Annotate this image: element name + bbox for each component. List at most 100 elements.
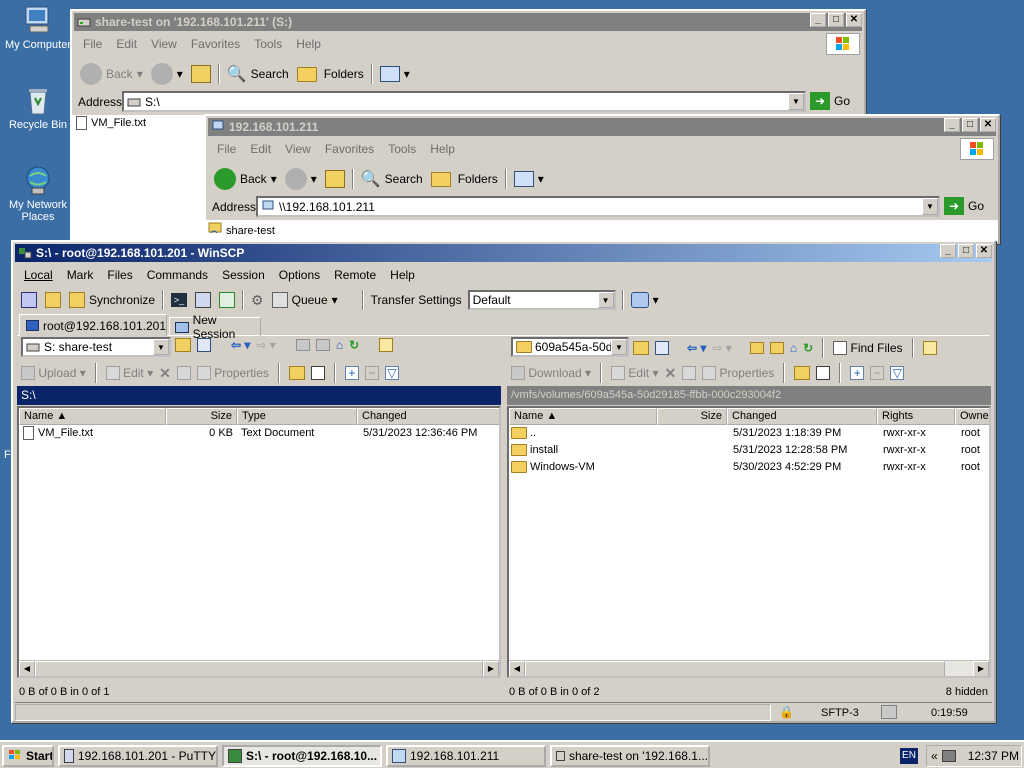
delete-icon[interactable]: ✕ bbox=[159, 365, 171, 382]
tree-toggle-icon[interactable] bbox=[379, 338, 394, 352]
properties-button[interactable]: Properties bbox=[702, 366, 774, 381]
filter-icon[interactable]: ▽ bbox=[384, 366, 399, 380]
col-header-owner[interactable]: Owne bbox=[955, 408, 989, 425]
forward-arrow-icon[interactable]: ⇨ ▾ bbox=[256, 338, 275, 352]
compare-dirs-button[interactable] bbox=[17, 290, 41, 310]
up-folder-button[interactable] bbox=[321, 168, 349, 190]
taskbar-item-putty[interactable]: 192.168.101.201 - PuTTY bbox=[58, 745, 218, 767]
clock[interactable]: 12:37 PM bbox=[968, 749, 1019, 763]
address-dropdown-icon[interactable]: ▼ bbox=[788, 93, 804, 110]
menu-help[interactable]: Help bbox=[423, 140, 462, 158]
home-icon[interactable]: ⌂ bbox=[790, 341, 797, 355]
maximize-button[interactable]: □ bbox=[828, 13, 844, 27]
menu-favorites[interactable]: Favorites bbox=[318, 140, 381, 158]
menu-files[interactable]: Files bbox=[100, 266, 139, 284]
back-arrow-icon[interactable]: ⇦ ▾ bbox=[687, 341, 706, 355]
forward-button[interactable]: ▾ bbox=[281, 166, 321, 192]
open-folder-icon[interactable] bbox=[633, 341, 649, 355]
home-icon[interactable]: ⌂ bbox=[336, 338, 343, 352]
chevron-down-icon[interactable]: ▼ bbox=[153, 339, 169, 355]
edit-button[interactable]: Edit ▾ bbox=[611, 366, 658, 381]
upload-button[interactable]: Upload ▾ bbox=[21, 366, 86, 381]
menu-options[interactable]: Options bbox=[272, 266, 327, 284]
address-bar[interactable]: \\192.168.101.211 ▼ bbox=[256, 196, 940, 217]
properties-button[interactable]: Properties bbox=[196, 366, 269, 381]
close-button[interactable]: ✕ bbox=[980, 118, 996, 132]
menu-view[interactable]: View bbox=[278, 140, 318, 158]
menu-favorites[interactable]: Favorites bbox=[184, 35, 247, 53]
views-button[interactable]: ▾ bbox=[376, 64, 414, 84]
tray-app-icon[interactable] bbox=[941, 750, 956, 762]
search-button[interactable]: 🔍 Search bbox=[357, 167, 427, 191]
find-files-button[interactable]: Find Files bbox=[833, 341, 903, 356]
address-bar[interactable]: S:\ ▼ bbox=[122, 91, 806, 112]
menu-remote[interactable]: Remote bbox=[327, 266, 383, 284]
up-folder-button[interactable] bbox=[187, 63, 215, 85]
col-header-rights[interactable]: Rights bbox=[877, 408, 955, 425]
filter-icon[interactable] bbox=[655, 341, 669, 355]
tab-session-root[interactable]: root@192.168.101.201 bbox=[19, 314, 167, 336]
menu-tools[interactable]: Tools bbox=[381, 140, 423, 158]
col-header-changed[interactable]: Changed bbox=[357, 408, 499, 425]
tree-toggle-icon[interactable] bbox=[922, 341, 937, 355]
download-button[interactable]: Download ▾ bbox=[511, 366, 591, 381]
start-button[interactable]: Start bbox=[2, 745, 54, 767]
minimize-button[interactable]: _ bbox=[810, 13, 826, 27]
remote-dir-select[interactable]: 609a545a-50d2 ▼ bbox=[511, 337, 629, 357]
menu-file[interactable]: File bbox=[76, 35, 109, 53]
menu-mark[interactable]: Mark bbox=[60, 266, 101, 284]
close-button[interactable]: ✕ bbox=[846, 13, 862, 27]
scroll-left-icon[interactable]: ◀ bbox=[509, 661, 525, 676]
rename-icon[interactable] bbox=[682, 366, 697, 380]
desktop-icon-network-places[interactable]: My Network Places bbox=[3, 164, 73, 223]
transfer-settings-select[interactable]: Default ▼ bbox=[467, 290, 616, 310]
synchronize-button[interactable]: Synchronize bbox=[65, 290, 159, 310]
rename-icon[interactable] bbox=[176, 366, 191, 380]
forward-button[interactable]: ▾ bbox=[147, 61, 187, 87]
putty-button[interactable] bbox=[191, 290, 215, 310]
select-plus-icon[interactable]: + bbox=[344, 366, 359, 380]
forward-arrow-icon[interactable]: ⇨ ▾ bbox=[712, 341, 731, 355]
filter-icon[interactable]: ▽ bbox=[890, 366, 905, 380]
chevron-down-icon[interactable]: ▼ bbox=[597, 292, 614, 308]
menu-help[interactable]: Help bbox=[289, 35, 328, 53]
col-header-size[interactable]: Size bbox=[657, 408, 727, 425]
go-button[interactable]: ➜ Go bbox=[944, 197, 984, 215]
new-folder-icon[interactable] bbox=[794, 366, 811, 380]
open-folder-icon[interactable] bbox=[175, 338, 191, 352]
folders-button[interactable]: Folders bbox=[293, 65, 368, 84]
taskbar-item-network-host[interactable]: 192.168.101.211 bbox=[386, 745, 546, 767]
filter-icon[interactable] bbox=[197, 338, 211, 352]
root-dir-icon[interactable] bbox=[769, 342, 784, 354]
horizontal-scrollbar[interactable]: ◀ ▶ bbox=[19, 660, 499, 676]
go-button[interactable]: ➜ Go bbox=[810, 92, 850, 110]
tray-expand-icon[interactable]: « bbox=[931, 749, 938, 763]
list-item[interactable]: VM_File.txt bbox=[74, 115, 146, 132]
scroll-thumb[interactable] bbox=[525, 661, 945, 676]
sync-browse-button[interactable] bbox=[41, 290, 65, 310]
taskbar-item-share-test[interactable]: share-test on '192.168.1... bbox=[550, 745, 710, 767]
folders-button[interactable]: Folders bbox=[427, 170, 502, 189]
refresh-session-button[interactable] bbox=[215, 290, 239, 310]
preferences-button[interactable]: ⚙ bbox=[247, 290, 268, 311]
minimize-button[interactable]: _ bbox=[944, 118, 960, 132]
menu-local[interactable]: Local bbox=[17, 266, 60, 284]
menu-commands[interactable]: Commands bbox=[140, 266, 215, 284]
chevron-down-icon[interactable]: ▼ bbox=[611, 339, 627, 355]
address-dropdown-icon[interactable]: ▼ bbox=[922, 198, 938, 215]
menu-tools[interactable]: Tools bbox=[247, 35, 289, 53]
queue-button[interactable]: Queue ▾ bbox=[268, 290, 342, 310]
back-button[interactable]: Back ▾ bbox=[210, 166, 281, 192]
table-row[interactable]: .. 5/31/2023 1:18:39 PM rwxr-xr-x root bbox=[509, 425, 989, 442]
tab-new-session[interactable]: New Session bbox=[169, 313, 261, 341]
col-header-name[interactable]: Name ▲ bbox=[509, 408, 657, 425]
transfer-options-button[interactable]: ▾ bbox=[627, 290, 663, 310]
parent-dir-icon[interactable] bbox=[749, 342, 764, 354]
desktop-icon-recycle-bin[interactable]: Recycle Bin bbox=[3, 84, 73, 131]
menu-help[interactable]: Help bbox=[383, 266, 422, 284]
table-row[interactable]: Windows-VM 5/30/2023 4:52:29 PM rwxr-xr-… bbox=[509, 459, 989, 476]
table-row[interactable]: VM_File.txt 0 KB Text Document 5/31/2023… bbox=[19, 425, 499, 442]
edit-button[interactable]: Edit ▾ bbox=[105, 366, 153, 381]
col-header-name[interactable]: Name ▲ bbox=[19, 408, 166, 425]
col-header-type[interactable]: Type bbox=[237, 408, 357, 425]
